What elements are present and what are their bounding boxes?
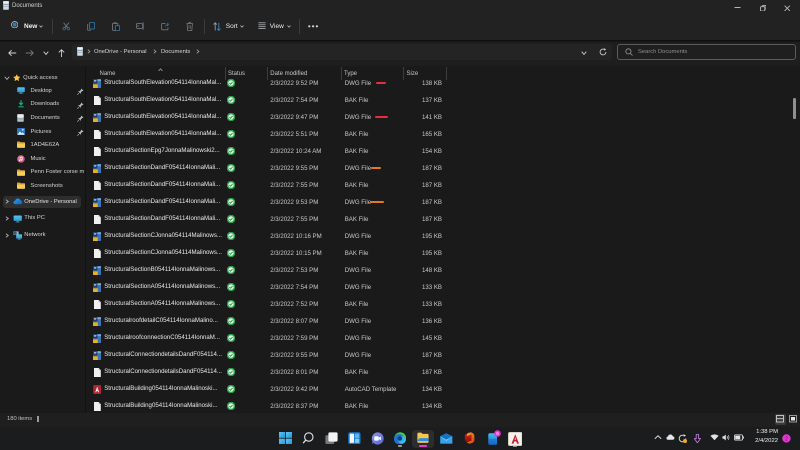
svg-text:6: 6 (496, 431, 499, 436)
svg-text:2: 2 (785, 436, 788, 442)
